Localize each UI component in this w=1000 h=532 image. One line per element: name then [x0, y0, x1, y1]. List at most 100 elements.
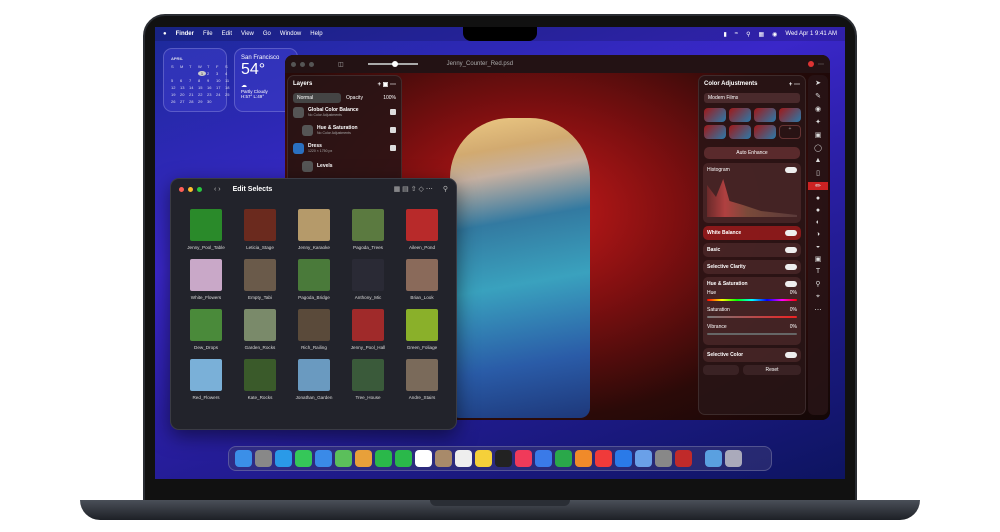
- preset-thumb[interactable]: [754, 125, 776, 139]
- dock-tv-icon[interactable]: [495, 450, 512, 467]
- preset-thumb[interactable]: [729, 108, 751, 122]
- compare-toggle[interactable]: [703, 365, 739, 375]
- selective-clarity-section[interactable]: Selective Clarity: [703, 260, 801, 274]
- dock-phone-icon[interactable]: [395, 450, 412, 467]
- add-adjustment-icon[interactable]: + ⋯: [789, 81, 800, 88]
- dock-music-icon[interactable]: [515, 450, 532, 467]
- file-item[interactable]: Garden_Rocks: [233, 309, 287, 350]
- file-item[interactable]: Aileen_Pond: [395, 209, 449, 250]
- siri-icon[interactable]: ◉: [772, 31, 777, 38]
- dock-calendar-icon[interactable]: [415, 450, 432, 467]
- smudge-tool-icon[interactable]: ◒: [816, 243, 820, 250]
- file-item[interactable]: Rich_Railing: [287, 309, 341, 350]
- white-balance-section[interactable]: White Balance: [703, 226, 801, 240]
- file-item[interactable]: Pagoda_Bridge: [287, 259, 341, 300]
- zoom-button[interactable]: [197, 186, 202, 192]
- file-item[interactable]: Jenny_Pool_Hall: [341, 309, 395, 350]
- wifi-icon[interactable]: ≈: [735, 31, 738, 38]
- dock-pages-icon[interactable]: [575, 450, 592, 467]
- dock-app-store-icon[interactable]: [615, 450, 632, 467]
- text-tool-icon[interactable]: T: [816, 268, 820, 275]
- section-toggle[interactable]: [785, 281, 797, 287]
- dock-safari-icon[interactable]: [275, 450, 292, 467]
- dock-preview-icon[interactable]: [635, 450, 652, 467]
- dock-trash-icon[interactable]: [725, 450, 742, 467]
- file-item[interactable]: Andre_Stairs: [395, 359, 449, 400]
- layer-row[interactable]: Dress 1220 × 1750 px: [288, 139, 401, 157]
- file-item[interactable]: Anthony_Mic: [341, 259, 395, 300]
- opacity-value[interactable]: 100%: [383, 95, 396, 101]
- apple-icon[interactable]: ●: [163, 31, 167, 37]
- layer-row[interactable]: Levels: [288, 157, 401, 175]
- fill-tool-icon[interactable]: ▲: [815, 157, 822, 164]
- dock-news-icon[interactable]: [595, 450, 612, 467]
- dock-messages-icon[interactable]: [295, 450, 312, 467]
- more-tools-icon[interactable]: ⋯: [815, 306, 822, 314]
- dock-launchpad-icon[interactable]: [255, 450, 272, 467]
- close-button[interactable]: [179, 186, 184, 192]
- dock-system-settings-icon[interactable]: [655, 450, 672, 467]
- dock-notes-icon[interactable]: [475, 450, 492, 467]
- layer-row[interactable]: Global Color Balance No Color Adjustments: [288, 103, 401, 121]
- clone-tool-icon[interactable]: ●: [816, 195, 820, 202]
- minimize-button[interactable]: [300, 61, 305, 67]
- visibility-checkbox[interactable]: [390, 127, 396, 133]
- sidebar-toggle-icon[interactable]: ◫: [338, 61, 344, 68]
- pencil-tool-icon[interactable]: ✏: [808, 182, 828, 190]
- dock-mail-icon[interactable]: [315, 450, 332, 467]
- preset-thumb[interactable]: [704, 108, 726, 122]
- file-item[interactable]: Empty_Tabi: [233, 259, 287, 300]
- selection-tool-icon[interactable]: ▣: [815, 131, 822, 139]
- dock-maps-icon[interactable]: [335, 450, 352, 467]
- auto-enhance-button[interactable]: Auto Enhance: [704, 147, 800, 159]
- view-options-icon[interactable]: ▦ ▤ ⇧ ◇ ⋯: [394, 185, 433, 193]
- menu-app[interactable]: Finder: [176, 31, 194, 37]
- dodge-tool-icon[interactable]: ◐: [816, 219, 820, 226]
- search-icon[interactable]: ⚲: [746, 31, 750, 38]
- eraser-tool-icon[interactable]: ▯: [816, 169, 820, 177]
- preset-thumb[interactable]: [779, 108, 801, 122]
- dock-photos-icon[interactable]: [355, 450, 372, 467]
- calendar-widget[interactable]: APRIL S M T W T F S 1 2 3 4 5 6 7 8 9 10 11 12 13 14 15 16 17 18…: [163, 48, 229, 112]
- add-preset-icon[interactable]: +: [779, 125, 801, 139]
- dock-numbers-icon[interactable]: [555, 450, 572, 467]
- zoom-slider[interactable]: [367, 61, 418, 67]
- preset-thumb[interactable]: [704, 125, 726, 139]
- menu-go[interactable]: Go: [263, 31, 271, 37]
- file-item[interactable]: Pagoda_Trees: [341, 209, 395, 250]
- zoom-button[interactable]: [309, 61, 314, 67]
- shape-tool-icon[interactable]: ▣: [815, 255, 822, 263]
- lasso-tool-icon[interactable]: ◯: [814, 144, 822, 152]
- file-item[interactable]: Jonathan_Garden: [287, 359, 341, 400]
- close-button[interactable]: [291, 61, 296, 67]
- toolbar-more-icon[interactable]: ⋯: [818, 61, 824, 68]
- file-item[interactable]: White_Flowers: [179, 259, 233, 300]
- dock-keynote-icon[interactable]: [535, 450, 552, 467]
- visibility-checkbox[interactable]: [390, 109, 396, 115]
- file-item[interactable]: Kate_Rocks: [233, 359, 287, 400]
- zoom-tool-icon[interactable]: ⚲: [815, 280, 820, 288]
- file-item[interactable]: Brian_Look: [395, 259, 449, 300]
- file-item[interactable]: Dew_Drops: [179, 309, 233, 350]
- dock-photo-editor-icon[interactable]: [675, 450, 692, 467]
- blur-tool-icon[interactable]: ●: [816, 207, 820, 214]
- sparkle-tool-icon[interactable]: ✦: [815, 118, 821, 126]
- saturation-slider[interactable]: [707, 316, 797, 318]
- file-item[interactable]: Jenny_Pool_Table: [179, 209, 233, 250]
- vibrance-slider[interactable]: [707, 333, 797, 335]
- back-forward-icon[interactable]: ‹ ›: [214, 186, 221, 193]
- section-toggle[interactable]: [785, 247, 797, 253]
- section-toggle[interactable]: [785, 264, 797, 270]
- visibility-checkbox[interactable]: [390, 145, 396, 151]
- dock-reminders-icon[interactable]: [455, 450, 472, 467]
- pen-tool-icon[interactable]: ✎: [815, 92, 821, 100]
- selective-color-section[interactable]: Selective Color: [703, 348, 801, 362]
- reset-button[interactable]: Reset: [743, 365, 801, 375]
- add-layer-icon[interactable]: + ▣ ⋯: [377, 81, 396, 88]
- basic-section[interactable]: Basic: [703, 243, 801, 257]
- dock-finder-icon[interactable]: [235, 450, 252, 467]
- file-item[interactable]: Leticia_Stage: [233, 209, 287, 250]
- brush-tool-icon[interactable]: ◉: [815, 105, 821, 113]
- dock-downloads-icon[interactable]: [705, 450, 722, 467]
- minimize-button[interactable]: [188, 186, 193, 192]
